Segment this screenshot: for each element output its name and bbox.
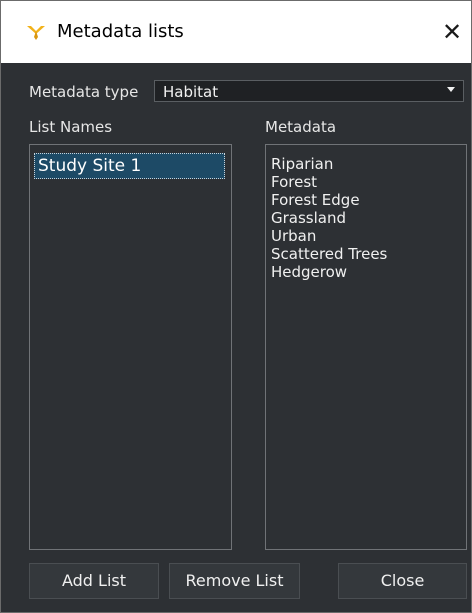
metadata-item[interactable]: Urban <box>271 227 387 245</box>
metadata-item[interactable]: Hedgerow <box>271 263 387 281</box>
dropdown-arrow-icon <box>447 87 455 92</box>
list-names-listbox[interactable]: Study Site 1 <box>29 144 232 550</box>
metadata-type-label: Metadata type <box>29 83 139 101</box>
remove-list-button[interactable]: Remove List <box>169 563 300 599</box>
metadata-item[interactable]: Riparian <box>271 155 387 173</box>
metadata-item[interactable]: Forest <box>271 173 387 191</box>
metadata-item[interactable]: Forest Edge <box>271 191 387 209</box>
list-names-label: List Names <box>29 118 113 136</box>
close-icon[interactable]: ✕ <box>435 15 469 49</box>
metadata-lists-dialog: Metadata lists ✕ Metadata type Habitat L… <box>0 0 472 613</box>
window-title: Metadata lists <box>57 21 184 42</box>
metadata-items: Riparian Forest Forest Edge Grassland Ur… <box>271 155 387 281</box>
bird-logo-icon <box>25 25 47 41</box>
add-list-button[interactable]: Add List <box>29 563 159 599</box>
metadata-item[interactable]: Grassland <box>271 209 387 227</box>
metadata-listbox[interactable]: Riparian Forest Forest Edge Grassland Ur… <box>265 144 467 550</box>
close-button[interactable]: Close <box>338 563 467 599</box>
title-bar[interactable]: Metadata lists ✕ <box>1 1 471 63</box>
metadata-type-select[interactable]: Habitat <box>154 80 464 102</box>
metadata-type-value: Habitat <box>163 83 219 101</box>
metadata-label: Metadata <box>265 118 337 136</box>
metadata-item[interactable]: Scattered Trees <box>271 245 387 263</box>
list-item-study-site-1[interactable]: Study Site 1 <box>34 153 225 179</box>
list-item-label: Study Site 1 <box>38 156 142 176</box>
